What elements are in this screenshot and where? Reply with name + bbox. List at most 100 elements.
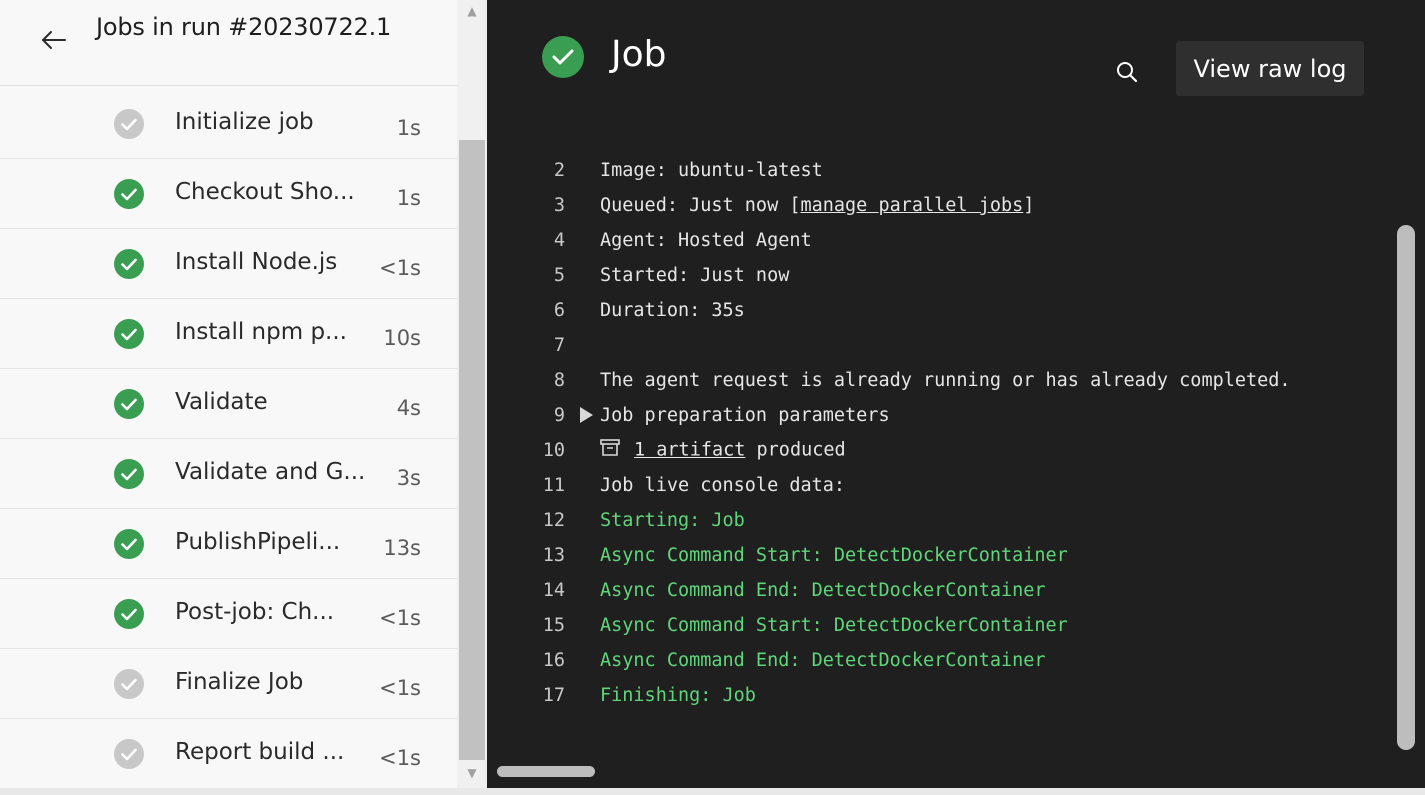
log-line-number: 13: [542, 545, 565, 566]
log-line-text: Async Command Start: DetectDockerContain…: [600, 615, 1068, 636]
search-button[interactable]: [1109, 54, 1145, 90]
log-text: ]: [1023, 195, 1035, 216]
log-line-text: The agent request is already running or …: [600, 370, 1291, 391]
log-line: 3 Queued: Just now [manage parallel jobs]: [487, 188, 1392, 223]
step-name: Initialize job: [175, 109, 314, 135]
log-line-number: 9: [553, 405, 565, 426]
log-line-number: 16: [542, 650, 565, 671]
success-check-icon: [114, 599, 144, 629]
expand-triangle-icon[interactable]: [580, 407, 593, 423]
log-line-text: Duration: 35s: [600, 300, 745, 321]
log-horizontal-scrollbar-thumb[interactable]: [497, 766, 595, 777]
manage-parallel-jobs-link[interactable]: manage parallel jobs: [800, 195, 1023, 216]
step-row[interactable]: Report build ... <1s: [0, 719, 457, 788]
step-duration: 13s: [383, 536, 421, 560]
log-line: 13 Async Command Start: DetectDockerConta…: [487, 538, 1392, 573]
scrollbar-thumb[interactable]: [459, 140, 485, 760]
scroll-up-arrow-icon[interactable]: ▲: [457, 0, 487, 22]
log-line-text: 1 artifact produced: [600, 439, 846, 462]
log-text: Started: Just now: [600, 265, 790, 286]
log-line-text: Queued: Just now [manage parallel jobs]: [600, 195, 1034, 216]
step-row[interactable]: Validate 4s: [0, 369, 457, 439]
log-line-number: 6: [553, 300, 565, 321]
step-name: Install Node.js: [175, 249, 338, 275]
log-line-number: 12: [542, 510, 565, 531]
step-duration: 1s: [396, 116, 421, 140]
log-line: 10 1 artifact produced: [487, 433, 1392, 468]
artifact-icon: [600, 439, 620, 462]
log-text: Job preparation parameters: [600, 405, 890, 426]
log-line: 5 Started: Just now: [487, 258, 1392, 293]
log-viewer: 2 Image: ubuntu-latest 3 Queued: Just now […: [487, 155, 1392, 735]
log-line-number: 2: [553, 160, 565, 181]
log-line-text: Starting: Job: [600, 510, 745, 531]
log-text: Queued: Just now [: [600, 195, 801, 216]
log-line-number: 4: [553, 230, 565, 251]
step-name: Report build ...: [175, 739, 345, 765]
log-text: Agent: Hosted Agent: [600, 230, 812, 251]
view-raw-log-button[interactable]: View raw log: [1176, 41, 1364, 96]
step-duration: <1s: [379, 746, 421, 770]
log-line-text: Async Command Start: DetectDockerContain…: [600, 545, 1068, 566]
log-text: The agent request is already running or …: [600, 370, 1291, 391]
log-line-text: Async Command End: DetectDockerContainer: [600, 650, 1046, 671]
log-text: Async Command Start: DetectDockerContain…: [600, 615, 1068, 636]
log-line-number: 10: [542, 440, 565, 461]
log-line-number: 8: [553, 370, 565, 391]
step-duration: 1s: [396, 186, 421, 210]
step-row[interactable]: Install npm p... 10s: [0, 299, 457, 369]
step-row[interactable]: Validate and G... 3s: [0, 439, 457, 509]
log-line: 14 Async Command End: DetectDockerContain…: [487, 573, 1392, 608]
success-check-icon: [114, 179, 144, 209]
step-row[interactable]: Install Node.js <1s: [0, 229, 457, 299]
log-line-number: 5: [553, 265, 565, 286]
log-line-number: 3: [553, 195, 565, 216]
job-title: Job: [611, 34, 667, 75]
window-bottom-edge: [0, 788, 1425, 795]
log-text: Job live console data:: [600, 475, 846, 496]
step-name: Finalize Job: [175, 669, 304, 695]
log-line: 11 Job live console data:: [487, 468, 1392, 503]
log-line: 9 Job preparation parameters: [487, 398, 1392, 433]
log-line: 16 Async Command End: DetectDockerContain…: [487, 643, 1392, 678]
log-line: 7: [487, 328, 1392, 363]
log-text: Starting: Job: [600, 510, 745, 531]
log-line: 15 Async Command Start: DetectDockerConta…: [487, 608, 1392, 643]
log-line: 12 Starting: Job: [487, 503, 1392, 538]
step-row[interactable]: Checkout Sho... 1s: [0, 159, 457, 229]
log-vertical-scrollbar-thumb[interactable]: [1397, 225, 1415, 750]
log-line-text: Image: ubuntu-latest: [600, 160, 823, 181]
step-duration: 10s: [383, 326, 421, 350]
log-text: Async Command End: DetectDockerContainer: [600, 580, 1046, 601]
log-text: produced: [745, 439, 846, 461]
step-name: Checkout Sho...: [175, 179, 355, 205]
arrow-left-icon: [42, 31, 66, 49]
log-line-number: 11: [542, 475, 565, 496]
log-text: Async Command End: DetectDockerContainer: [600, 650, 1046, 671]
step-name: Validate and G...: [175, 459, 366, 485]
log-line-text: Agent: Hosted Agent: [600, 230, 812, 251]
artifact-link[interactable]: 1 artifact: [634, 440, 745, 461]
step-row[interactable]: Post-job: Ch... <1s: [0, 579, 457, 649]
log-line-text: Job live console data:: [600, 475, 845, 496]
step-row[interactable]: Initialize job 1s: [0, 89, 457, 159]
log-line-number: 7: [553, 335, 565, 356]
step-row[interactable]: Finalize Job <1s: [0, 649, 457, 719]
scroll-down-arrow-icon[interactable]: ▼: [457, 762, 487, 784]
log-text: Finishing: Job: [600, 685, 756, 706]
log-line: 4 Agent: Hosted Agent: [487, 223, 1392, 258]
success-check-icon: [114, 459, 144, 489]
log-line-text: Async Command End: DetectDockerContainer: [600, 580, 1046, 601]
log-line-text: Started: Just now: [600, 265, 789, 286]
step-duration: 4s: [396, 396, 421, 420]
log-line: 17 Finishing: Job: [487, 678, 1392, 713]
step-name: PublishPipeli...: [175, 529, 341, 555]
skipped-check-icon: [114, 109, 144, 139]
back-button[interactable]: [34, 22, 74, 58]
step-duration: <1s: [379, 606, 421, 630]
skipped-check-icon: [114, 669, 144, 699]
log-line: 2 Image: ubuntu-latest: [487, 155, 1392, 188]
jobs-panel-scrollbar[interactable]: ▲ ▼: [457, 0, 487, 788]
step-row[interactable]: PublishPipeli... 13s: [0, 509, 457, 579]
step-duration: <1s: [379, 676, 421, 700]
